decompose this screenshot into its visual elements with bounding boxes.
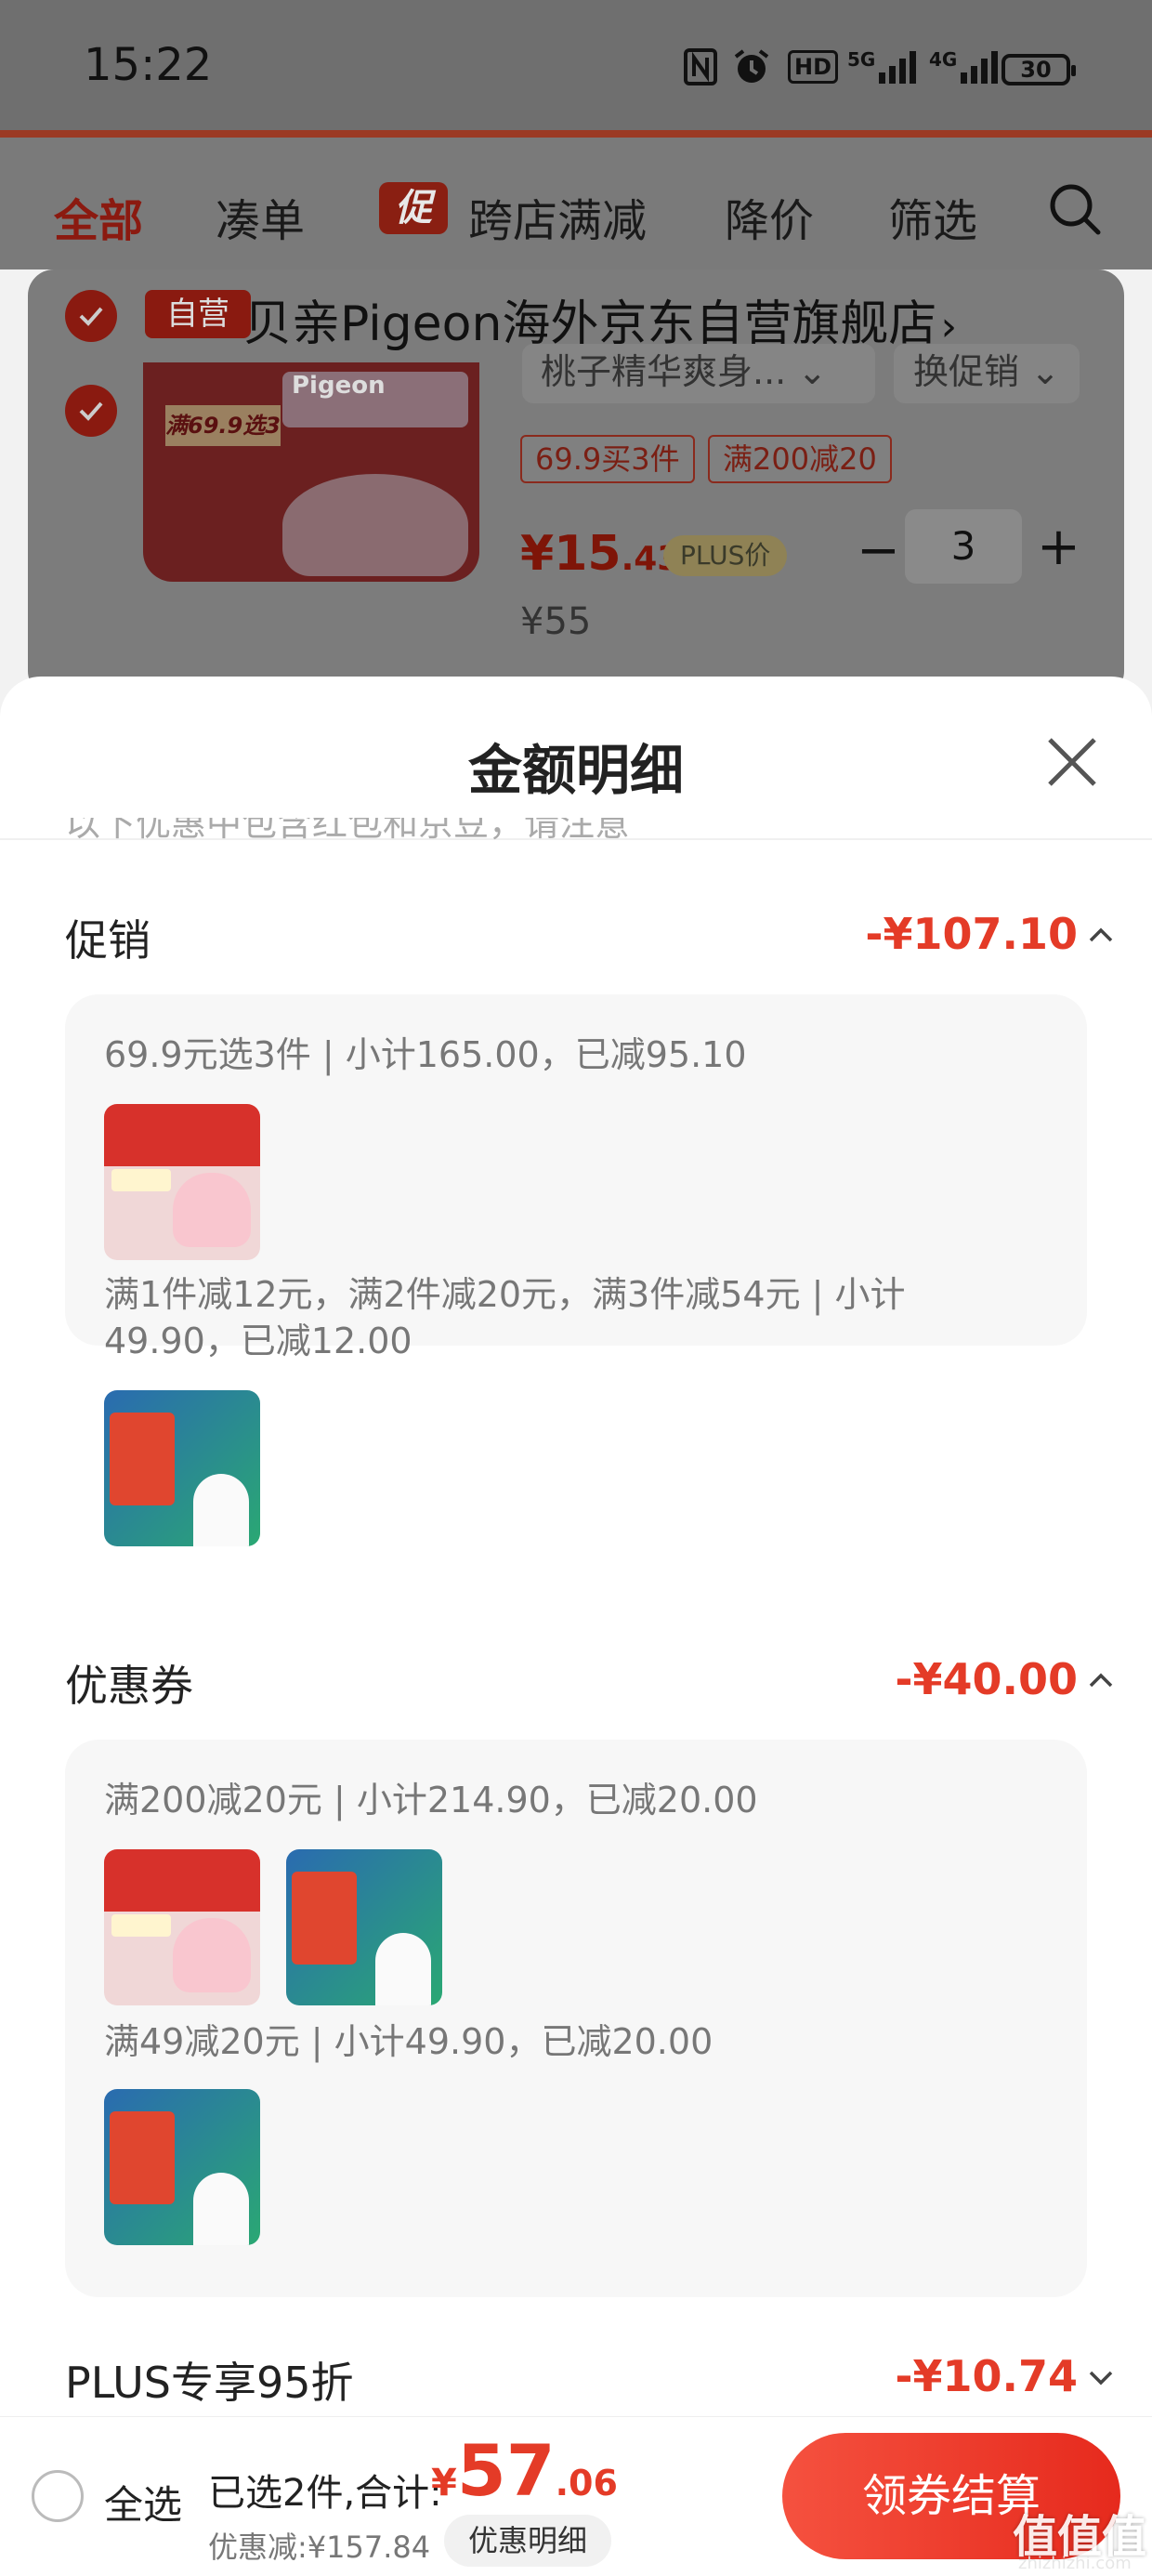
powder-container bbox=[282, 474, 468, 576]
coupon-group-line: 满49减20元 | 小计49.90，已减20.00 bbox=[104, 2021, 713, 2062]
plus-price-badge: PLUS价 bbox=[663, 535, 788, 576]
item-checkbox[interactable] bbox=[65, 385, 117, 437]
select-all-label[interactable]: 全选 bbox=[104, 2474, 182, 2530]
tab-cross-store[interactable]: 跨店满减 bbox=[468, 184, 647, 249]
product-package: Pigeon bbox=[282, 372, 468, 427]
close-icon[interactable] bbox=[1041, 730, 1104, 794]
product-thumbnail[interactable]: 满69.9选3 Pigeon bbox=[143, 362, 479, 582]
section-coupon-label: 优惠券 bbox=[65, 1661, 193, 1711]
discount-detail-button[interactable]: 优惠明细 bbox=[444, 2515, 611, 2567]
check-icon bbox=[79, 307, 103, 326]
quantity-input[interactable]: 3 bbox=[905, 509, 1022, 584]
product-price: ¥15.43 bbox=[520, 526, 681, 582]
section-promo-amount: -¥107.10 bbox=[865, 909, 1078, 959]
self-operated-badge: 自营 bbox=[145, 290, 251, 338]
coupon-group-line: 满200减20元 | 小计214.90，已减20.00 bbox=[104, 1780, 758, 1820]
check-icon bbox=[79, 401, 103, 421]
promo-tag: 69.9买3件 bbox=[520, 435, 695, 483]
variant-selector[interactable]: 桃子精华爽身... ⌄ bbox=[522, 344, 875, 403]
select-all-checkbox[interactable] bbox=[32, 2470, 84, 2522]
battery-icon: 30 bbox=[1001, 54, 1076, 85]
section-plus-amount: -¥10.74 bbox=[895, 2351, 1078, 2401]
promo-badge: 促 bbox=[379, 182, 448, 234]
chevron-up-icon[interactable] bbox=[1087, 924, 1115, 946]
total-discount: 优惠减:¥157.84 bbox=[208, 2530, 431, 2565]
promo-group-line: 49.90，已减12.00 bbox=[104, 1321, 412, 1361]
tab-price-drop[interactable]: 降价 bbox=[725, 184, 814, 249]
promo-tag: 满200减20 bbox=[708, 435, 892, 483]
peach-powder-thumbnail bbox=[104, 1104, 260, 1260]
store-checkbox[interactable] bbox=[65, 290, 117, 342]
section-promo-label: 促销 bbox=[65, 915, 151, 966]
peach-powder-thumbnail bbox=[104, 1849, 260, 2005]
total-price: ¥57.06 bbox=[431, 2429, 618, 2512]
search-icon[interactable] bbox=[1046, 180, 1104, 242]
tab-all[interactable]: 全部 bbox=[54, 184, 143, 249]
status-time: 15:22 bbox=[84, 39, 213, 91]
tab-bundle[interactable]: 凑单 bbox=[216, 184, 305, 249]
nfc-icon bbox=[684, 48, 717, 85]
hd-icon: HD bbox=[788, 50, 839, 84]
wipes-thumbnail bbox=[104, 2089, 260, 2245]
quantity-increase-button[interactable]: + bbox=[1037, 517, 1080, 577]
watermark-url: zhizhizhi.com bbox=[1018, 2554, 1132, 2573]
notice-text: 以下优惠中包含红包和京豆，请注意 bbox=[65, 818, 631, 842]
tab-filter[interactable]: 筛选 bbox=[888, 184, 977, 249]
section-plus-label: PLUS专享95折 bbox=[65, 2358, 354, 2408]
alarm-icon bbox=[732, 48, 771, 85]
wipes-thumbnail bbox=[286, 1849, 442, 2005]
sheet-title: 金额明细 bbox=[467, 739, 684, 802]
thumb-promo-label: 满69.9选3 bbox=[165, 405, 281, 446]
chevron-down-icon[interactable] bbox=[1087, 2366, 1115, 2388]
amount-detail-sheet: 金额明细 以下优惠中包含红包和京豆，请注意 促销 -¥107.10 69.9元选… bbox=[0, 677, 1152, 2576]
promo-group-line: 69.9元选3件 | 小计165.00，已减95.10 bbox=[104, 1034, 747, 1075]
original-price: ¥55 bbox=[520, 600, 592, 643]
selection-summary: 已选2件,合计: bbox=[208, 2472, 442, 2515]
chevron-up-icon[interactable] bbox=[1087, 1669, 1115, 1691]
signal-4g-icon: 4G bbox=[929, 48, 1000, 85]
section-coupon-amount: -¥40.00 bbox=[895, 1654, 1078, 1704]
wipes-thumbnail bbox=[104, 1390, 260, 1546]
promo-group-line: 满1件减12元，满2件减20元，满3件减54元 | 小计 bbox=[104, 1274, 906, 1315]
change-promo-button[interactable]: 换促销 ⌄ bbox=[894, 344, 1080, 403]
signal-5g-icon: 5G bbox=[847, 48, 918, 85]
filter-tab-bar: 全部 凑单 促 跨店满减 降价 筛选 bbox=[0, 130, 1152, 269]
quantity-decrease-button[interactable]: − bbox=[857, 520, 900, 581]
